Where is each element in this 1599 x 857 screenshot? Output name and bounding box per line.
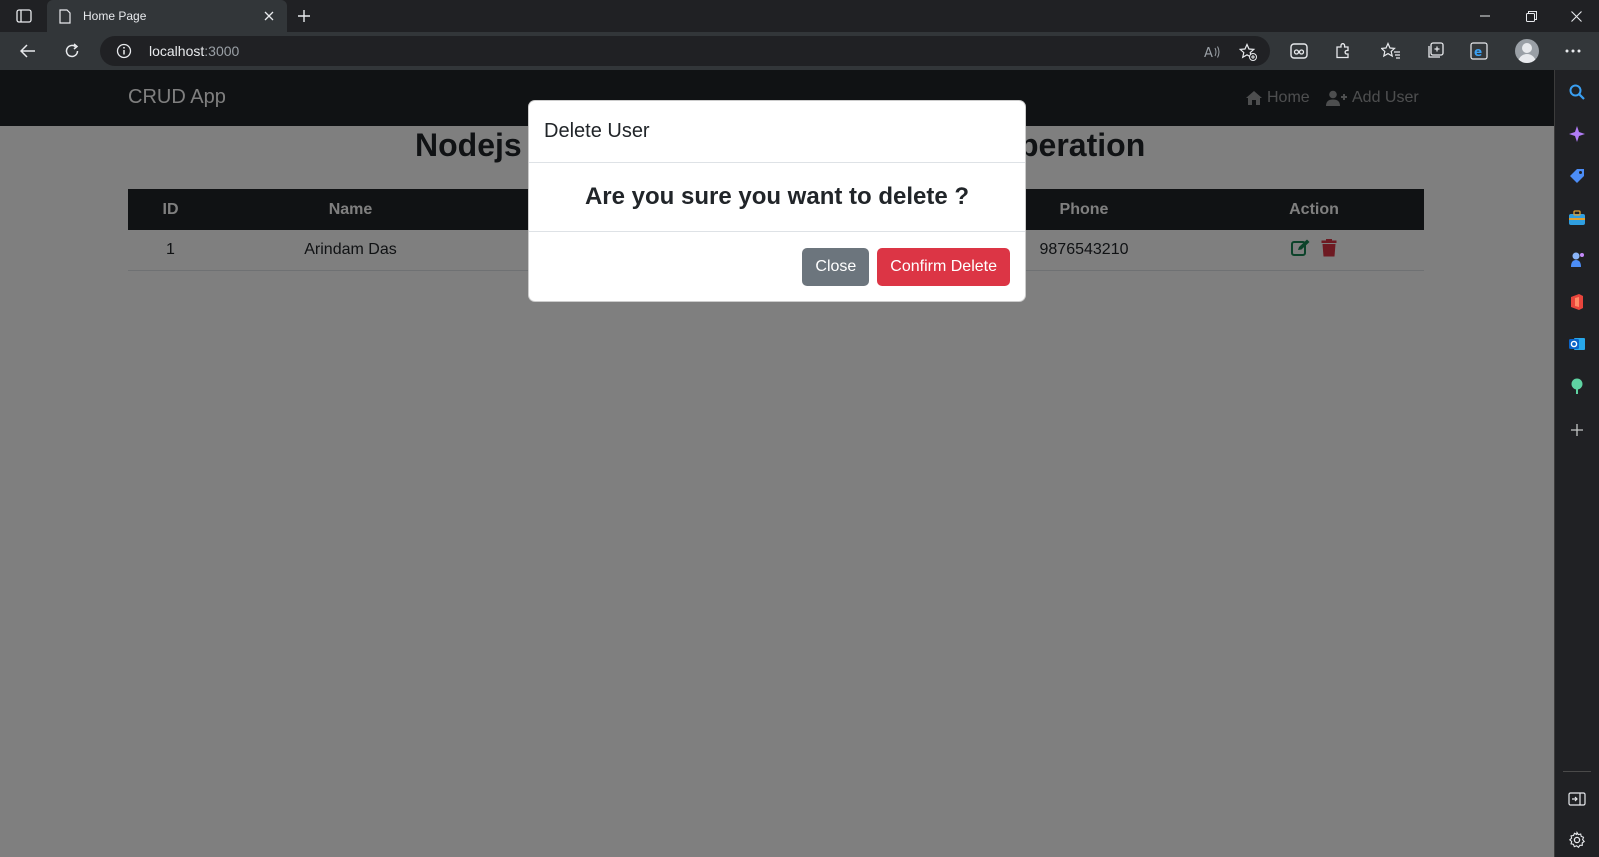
office-icon[interactable] xyxy=(1567,292,1587,312)
collections-icon[interactable] xyxy=(1422,38,1448,64)
delete-user-modal: Delete User Are you sure you want to del… xyxy=(528,100,1026,302)
address-bar[interactable]: localhost:3000 A xyxy=(100,36,1270,66)
tab-close-icon[interactable] xyxy=(255,2,283,30)
read-aloud-icon[interactable]: A xyxy=(1203,43,1221,61)
browser-toolbar: localhost:3000 A e xyxy=(0,32,1599,70)
delete-confirmation-text: Are you sure you want to delete ? xyxy=(584,183,970,210)
outlook-icon[interactable] xyxy=(1567,334,1587,354)
new-tab-icon[interactable] xyxy=(292,4,316,28)
modal-footer: Close Confirm Delete xyxy=(529,232,1025,301)
restore-icon[interactable] xyxy=(1508,0,1554,32)
modal-body: Are you sure you want to delete ? xyxy=(529,163,1025,232)
browser-titlebar: Home Page xyxy=(0,0,1599,32)
tab-actions-icon[interactable] xyxy=(12,6,36,26)
add-favorite-icon[interactable] xyxy=(1239,43,1257,61)
svg-text:A: A xyxy=(1204,46,1213,60)
sidebar-divider xyxy=(1563,771,1591,772)
settings-gear-icon[interactable] xyxy=(1567,830,1587,850)
page-icon xyxy=(59,8,73,24)
edge-sidebar xyxy=(1554,70,1599,857)
url-text[interactable]: localhost:3000 xyxy=(149,43,239,59)
add-sidebar-app-icon[interactable] xyxy=(1567,420,1587,440)
favorites-icon[interactable] xyxy=(1378,38,1404,64)
hide-sidebar-icon[interactable] xyxy=(1567,789,1587,809)
tree-icon[interactable] xyxy=(1567,376,1587,396)
extension-box-icon[interactable] xyxy=(1286,38,1312,64)
reload-icon[interactable] xyxy=(58,37,86,65)
search-icon[interactable] xyxy=(1567,82,1587,102)
minimize-icon[interactable] xyxy=(1462,0,1508,32)
modal-header: Delete User xyxy=(529,101,1025,163)
page-viewport: CRUD App Home Add User Nodejs peration I… xyxy=(0,70,1554,857)
tools-briefcase-icon[interactable] xyxy=(1567,208,1587,228)
shopping-tag-icon[interactable] xyxy=(1567,166,1587,186)
close-window-icon[interactable] xyxy=(1553,0,1599,32)
modal-title: Delete User xyxy=(544,120,650,142)
url-host: localhost xyxy=(149,43,205,59)
back-icon[interactable] xyxy=(14,37,42,65)
copilot-sparkle-icon[interactable] xyxy=(1567,124,1587,144)
games-icon[interactable] xyxy=(1567,250,1587,270)
svg-text:e: e xyxy=(1474,45,1482,59)
tab-title: Home Page xyxy=(83,9,147,23)
browser-tab[interactable]: Home Page xyxy=(47,0,287,32)
close-button[interactable]: Close xyxy=(802,248,870,286)
more-options-icon[interactable] xyxy=(1560,38,1586,64)
profile-avatar[interactable] xyxy=(1515,39,1539,63)
edge-ie-mode-icon[interactable]: e xyxy=(1466,38,1492,64)
extensions-puzzle-icon[interactable] xyxy=(1330,38,1356,64)
confirm-delete-button[interactable]: Confirm Delete xyxy=(877,248,1010,286)
url-port: :3000 xyxy=(204,43,240,59)
info-icon[interactable] xyxy=(116,43,132,59)
